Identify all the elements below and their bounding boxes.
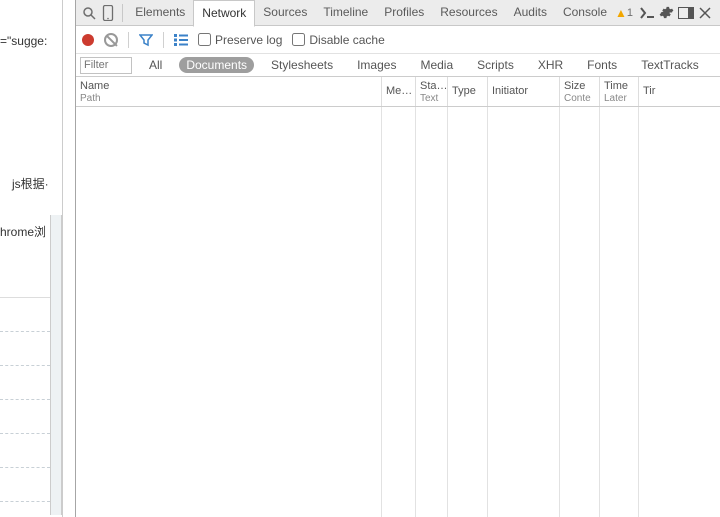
tab-elements[interactable]: Elements <box>127 0 193 25</box>
tab-sources[interactable]: Sources <box>255 0 315 25</box>
warning-icon[interactable]: ▲ <box>615 6 627 20</box>
warning-count: 1 <box>627 7 633 19</box>
result-list-fragment <box>0 297 50 502</box>
close-icon[interactable] <box>697 2 714 24</box>
inspect-icon[interactable] <box>80 2 97 24</box>
col-status-l2: Text <box>420 93 443 104</box>
disable-cache-input[interactable] <box>292 33 305 46</box>
tab-console[interactable]: Console <box>555 0 615 25</box>
list-item <box>0 366 50 400</box>
filter-fonts[interactable]: Fonts <box>580 57 624 73</box>
filter-xhr[interactable]: XHR <box>531 57 570 73</box>
tab-audits[interactable]: Audits <box>506 0 555 25</box>
col-size-l1: Size <box>564 80 595 93</box>
col-time-l1: Time <box>604 80 634 93</box>
list-item <box>0 468 50 502</box>
network-table-header: Name Path Me… Sta… Text Type Initiator S… <box>76 77 720 107</box>
body-col-initiator <box>488 107 560 517</box>
filter-stylesheets[interactable]: Stylesheets <box>264 57 340 73</box>
disable-cache-label: Disable cache <box>309 33 384 47</box>
clear-button[interactable] <box>104 33 118 47</box>
filter-documents[interactable]: Documents <box>179 57 254 73</box>
settings-icon[interactable] <box>658 2 675 24</box>
col-initiator-l1: Initiator <box>492 85 555 98</box>
separator <box>128 32 129 48</box>
col-type[interactable]: Type <box>448 77 488 106</box>
filter-input[interactable] <box>80 57 132 74</box>
scroll-gutter <box>50 215 62 515</box>
device-icon[interactable] <box>99 2 116 24</box>
col-method[interactable]: Me… <box>382 77 416 106</box>
separator <box>122 4 123 22</box>
filter-images[interactable]: Images <box>350 57 403 73</box>
col-time-l2: Later <box>604 93 634 104</box>
filter-all[interactable]: All <box>142 57 169 73</box>
col-time[interactable]: Time Later <box>600 77 639 106</box>
col-name-l2: Path <box>80 93 377 104</box>
tab-timeline[interactable]: Timeline <box>315 0 376 25</box>
col-size-l2: Conte <box>564 93 595 104</box>
record-button[interactable] <box>82 34 94 46</box>
page-left-clip: ="sugge: js根据· hrome浏 <box>0 0 63 517</box>
network-filter-bar: All Documents Stylesheets Images Media S… <box>76 54 720 77</box>
body-col-method <box>382 107 416 517</box>
body-col-name <box>76 107 382 517</box>
devtools-tabstrip: Elements Network Sources Timeline Profil… <box>76 0 720 26</box>
col-size[interactable]: Size Conte <box>560 77 600 106</box>
disable-cache-checkbox[interactable]: Disable cache <box>292 33 384 47</box>
preserve-log-label: Preserve log <box>215 33 282 47</box>
separator <box>163 32 164 48</box>
filter-texttracks[interactable]: TextTracks <box>634 57 706 73</box>
preserve-log-checkbox[interactable]: Preserve log <box>198 33 282 47</box>
filter-toggle-icon[interactable] <box>139 33 153 47</box>
dock-icon[interactable] <box>677 2 694 24</box>
body-col-size <box>560 107 600 517</box>
console-drawer-icon[interactable] <box>639 2 656 24</box>
list-item <box>0 400 50 434</box>
col-name-l1: Name <box>80 80 377 93</box>
tab-resources[interactable]: Resources <box>432 0 505 25</box>
list-item <box>0 332 50 366</box>
col-status[interactable]: Sta… Text <box>416 77 448 106</box>
link-fragment-1[interactable]: js根据· <box>12 175 49 192</box>
col-initiator[interactable]: Initiator <box>488 77 560 106</box>
code-fragment: ="sugge: <box>0 34 47 48</box>
filter-media[interactable]: Media <box>413 57 460 73</box>
tab-network[interactable]: Network <box>193 0 255 27</box>
network-table-body <box>76 107 720 517</box>
body-col-status <box>416 107 448 517</box>
devtools-panel: Elements Network Sources Timeline Profil… <box>75 0 720 517</box>
use-large-rows-icon[interactable] <box>174 34 188 46</box>
col-name[interactable]: Name Path <box>76 77 382 106</box>
col-method-l1: Me… <box>386 85 411 98</box>
preserve-log-input[interactable] <box>198 33 211 46</box>
body-col-timeline <box>639 107 720 517</box>
list-item <box>0 434 50 468</box>
list-item <box>0 298 50 332</box>
tab-profiles[interactable]: Profiles <box>376 0 432 25</box>
body-col-time <box>600 107 639 517</box>
col-timeline-l1: Tir <box>643 85 716 98</box>
body-col-type <box>448 107 488 517</box>
col-timeline[interactable]: Tir <box>639 77 720 106</box>
network-toolbar: Preserve log Disable cache <box>76 26 720 54</box>
col-status-l1: Sta… <box>420 80 443 93</box>
filter-websockets[interactable]: WebSockets <box>716 57 720 73</box>
filter-scripts[interactable]: Scripts <box>470 57 521 73</box>
col-type-l1: Type <box>452 85 483 98</box>
link-fragment-2[interactable]: hrome浏 <box>0 223 46 240</box>
